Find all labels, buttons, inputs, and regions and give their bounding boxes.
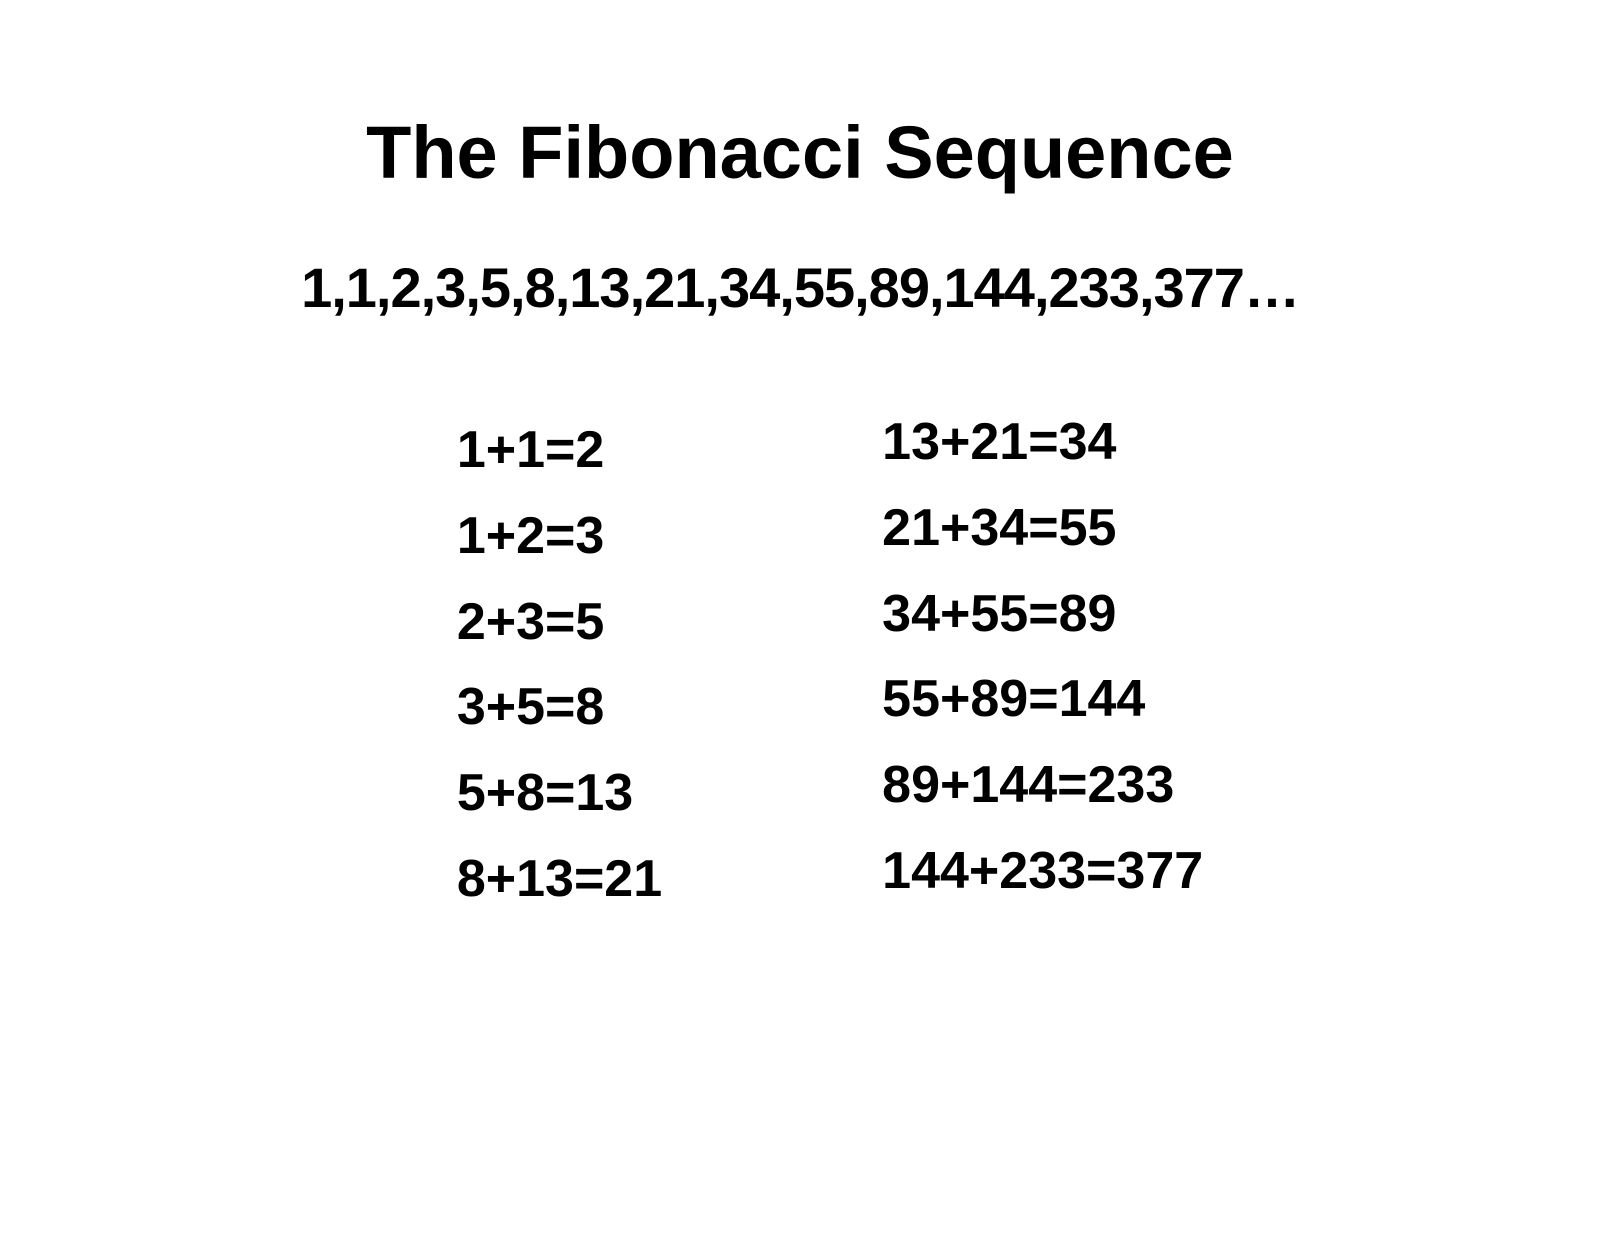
fibonacci-sequence: 1,1,2,3,5,8,13,21,34,55,89,144,233,377… [0,255,1600,320]
equation-item: 13+21=34 [882,400,1203,486]
equations-left-column: 1+1=2 1+2=3 2+3=5 3+5=8 5+8=13 8+13=21 [457,400,662,923]
page-title: The Fibonacci Sequence [0,110,1600,195]
equation-item: 5+8=13 [457,751,662,837]
slide-content: The Fibonacci Sequence 1,1,2,3,5,8,13,21… [0,0,1600,1236]
equation-item: 1+2=3 [457,494,662,580]
equations-columns: 1+1=2 1+2=3 2+3=5 3+5=8 5+8=13 8+13=21 1… [0,400,1600,923]
equation-item: 1+1=2 [457,408,662,494]
equation-item: 3+5=8 [457,665,662,751]
equation-item: 144+233=377 [882,829,1203,915]
equation-item: 89+144=233 [882,743,1203,829]
equation-item: 34+55=89 [882,572,1203,658]
equation-item: 8+13=21 [457,837,662,923]
equation-item: 55+89=144 [882,657,1203,743]
equations-right-column: 13+21=34 21+34=55 34+55=89 55+89=144 89+… [882,400,1203,923]
equation-item: 2+3=5 [457,580,662,666]
equation-item: 21+34=55 [882,486,1203,572]
